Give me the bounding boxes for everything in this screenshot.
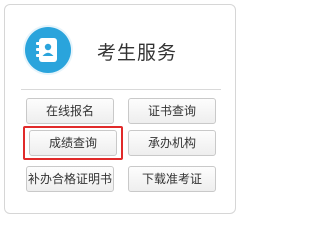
score-query-button[interactable]: 成绩查询: [29, 130, 117, 156]
panel-title: 考生服务: [97, 42, 178, 64]
header-divider: [21, 89, 221, 90]
certificate-query-button[interactable]: 证书查询: [128, 98, 216, 124]
panel-header: 考生服务: [25, 27, 225, 77]
organizer-button[interactable]: 承办机构: [128, 130, 216, 156]
reissue-certificate-button[interactable]: 补办合格证明书: [26, 166, 114, 192]
download-admission-ticket-button[interactable]: 下载准考证: [128, 166, 216, 192]
online-registration-button[interactable]: 在线报名: [26, 98, 114, 124]
contact-book-icon: [25, 27, 71, 73]
